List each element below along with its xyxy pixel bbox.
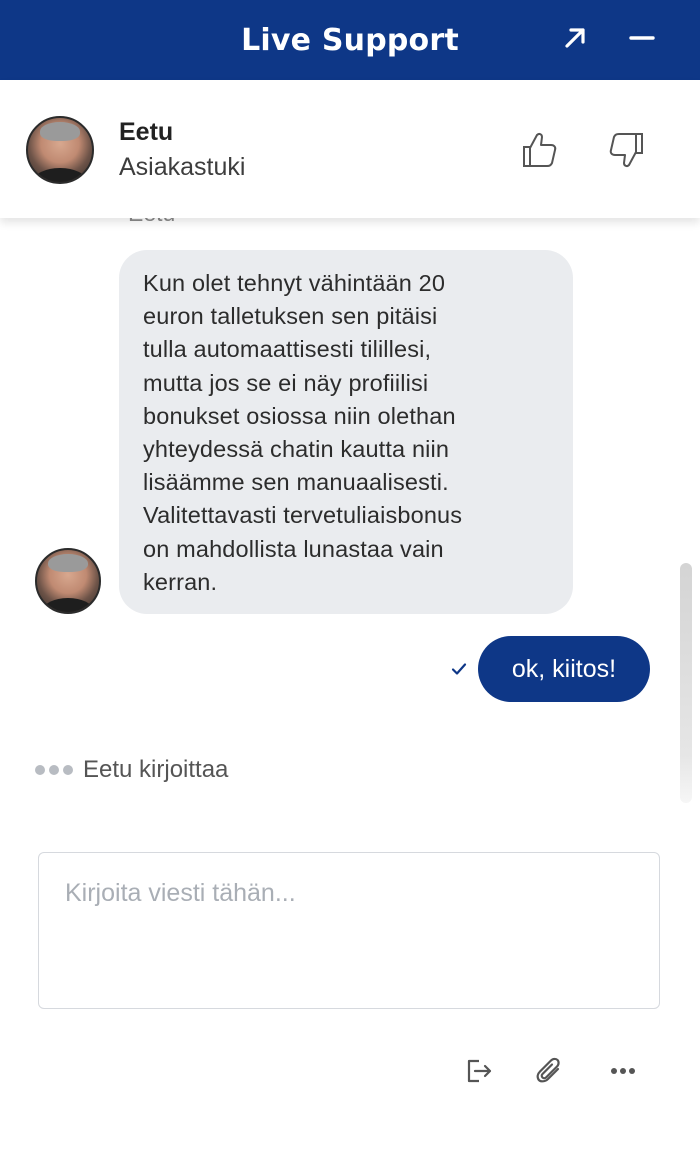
end-chat-button[interactable] [455,1048,501,1094]
attach-file-button[interactable] [527,1048,573,1094]
agent-name: Eetu [119,118,174,146]
message-list[interactable]: Eetu Kun olet tehnyt vähintään 20 euron … [0,218,700,828]
message-line: kerran. [143,568,218,595]
agent-role: Asiakastuki [119,153,246,181]
minimize-button[interactable] [620,16,664,60]
agent-header: Eetu Asiakastuki [0,80,700,218]
agent-avatar [26,116,94,184]
typing-text: Eetu kirjoittaa [83,756,229,783]
message-line: on mahdollista lunastaa vain [143,535,444,562]
message-line: mutta jos se ei näy profiilisi [143,369,429,396]
sender-label: Eetu [128,218,175,227]
message-line: bonukset osiossa niin olethan [143,402,456,429]
message-line: Valitettavasti tervetuliaisbonus [143,502,463,529]
minimize-icon [629,36,655,40]
more-options-button[interactable] [600,1048,646,1094]
thumbs-down-icon [609,133,643,168]
message-line: tulla automaattisesti tilillesi, [143,336,432,363]
message-line: Kun olet tehnyt vähintään 20 [143,270,446,296]
agent-message: Kun olet tehnyt vähintään 20 euron talle… [119,250,573,614]
more-options-icon [611,1068,635,1074]
end-chat-icon [467,1059,492,1083]
user-message: ok, kiitos! [478,636,650,702]
message-avatar [35,548,101,614]
arrow-up-right-icon [565,28,585,48]
paperclip-icon [536,1057,560,1083]
message-line: euron talletuksen sen pitäisi [143,303,438,330]
message-line: yhteydessä chatin kautta niin [143,436,450,463]
message-input[interactable] [38,852,660,1009]
checkmark-icon [451,663,467,675]
message-line: lisäämme sen manuaalisesti. [143,469,449,496]
rate-negative-button[interactable] [603,126,651,174]
scrollbar[interactable] [680,563,692,803]
title-bar: Live Support [0,0,700,80]
expand-button[interactable] [553,16,597,60]
thumbs-up-icon [523,132,557,167]
rate-positive-button[interactable] [515,126,563,174]
typing-indicator: Eetu kirjoittaa [35,756,228,784]
window-title: Live Support [241,22,459,58]
typing-dots-icon [35,765,73,775]
